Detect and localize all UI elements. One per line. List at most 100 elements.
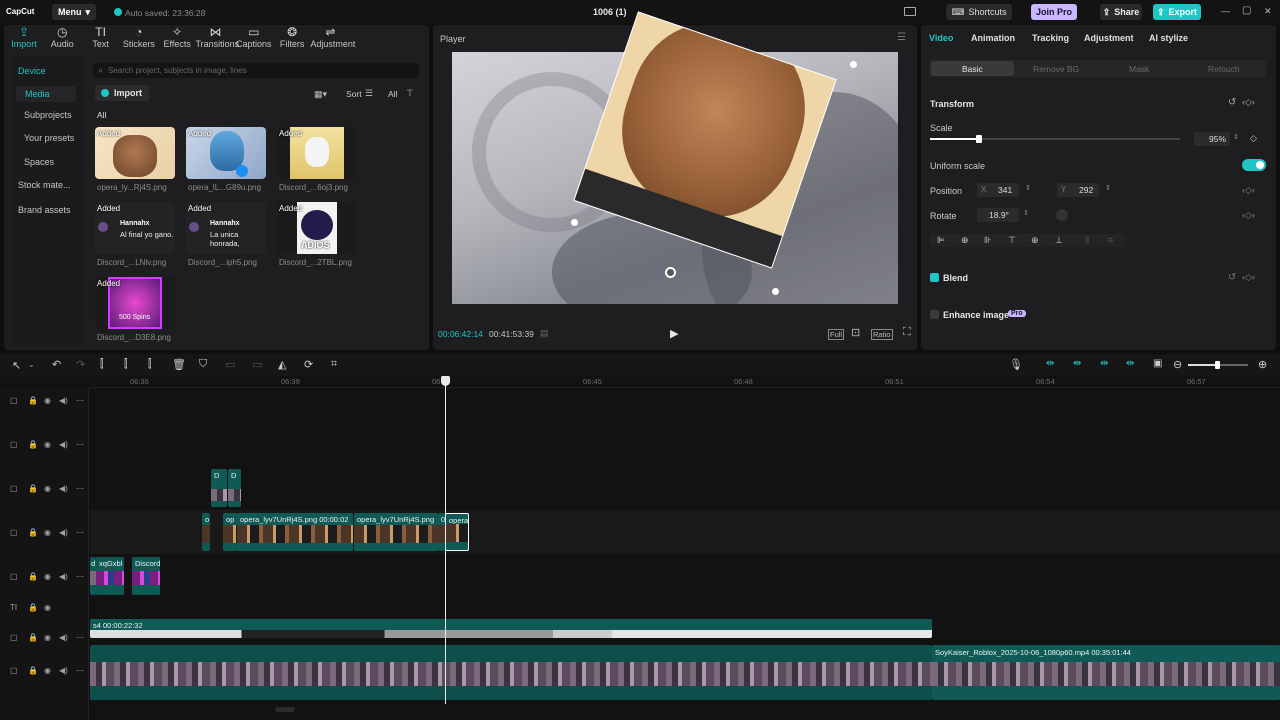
eye-icon[interactable]: ◉ <box>44 440 51 449</box>
blend-checkbox[interactable] <box>930 273 939 282</box>
search-input[interactable]: ⌕ Search project, subjects in image, lin… <box>93 63 419 78</box>
media-item[interactable]: Hannahx La unica honrada, Added <box>186 202 266 254</box>
zoom-in-icon[interactable]: ⊕ <box>1258 358 1267 371</box>
keyframe-icon[interactable]: ◇ <box>1250 133 1257 144</box>
more-icon[interactable]: ⋯ <box>76 633 84 642</box>
import-button[interactable]: Import <box>95 85 149 101</box>
position-x-input[interactable]: X 341 <box>977 183 1019 197</box>
resize-handle[interactable] <box>850 61 857 68</box>
scale-slider[interactable] <box>930 138 1180 140</box>
subtab-remove-bg[interactable]: Remove BG <box>1033 64 1079 74</box>
media-item[interactable]: Added <box>186 127 266 179</box>
tab-adjustment[interactable]: Adjustment <box>1084 33 1134 43</box>
join-pro-button[interactable]: Join Pro <box>1031 4 1077 20</box>
toolbar-filters-button[interactable]: ❂ Filters <box>272 26 312 52</box>
align-center-h-icon[interactable]: ⊕ <box>961 235 969 246</box>
timeline-clip[interactable]: xqGxbl <box>96 557 124 595</box>
layout-icon[interactable] <box>904 7 916 16</box>
toolbar-stickers-button[interactable]: ◔ Stickers <box>119 26 159 52</box>
align-center-v-icon[interactable]: ⊕ <box>1031 235 1039 246</box>
timeline-clip[interactable]: D <box>228 469 241 507</box>
resize-handle[interactable] <box>772 288 779 295</box>
track-toggle-icon[interactable]: ▢ <box>10 666 18 675</box>
tab-ai-stylize[interactable]: AI stylize <box>1149 33 1188 43</box>
timeline-clip[interactable]: o <box>202 513 210 551</box>
ratio-button[interactable]: Ratio <box>871 329 893 340</box>
keyframe-nav-icon[interactable]: ‹◇› <box>1242 97 1255 108</box>
audio-icon[interactable]: ◀) <box>59 633 68 642</box>
sidebar-item-stock-mate[interactable]: Stock mate... <box>16 177 76 193</box>
media-item[interactable]: 500 Spins Added <box>95 277 175 329</box>
crop-icon[interactable]: ⌗ <box>331 358 337 371</box>
toolbar-effects-button[interactable]: ✧ Effects <box>157 26 197 52</box>
track-toggle-icon[interactable]: ▢ <box>10 440 18 449</box>
timeline-clip[interactable]: SoyKaiser_Roblox_2025-10-06_1080p60.mp4 … <box>932 645 1280 700</box>
sidebar-item-subprojects[interactable]: Subprojects <box>16 107 76 123</box>
tab-tracking[interactable]: Tracking <box>1032 33 1069 43</box>
track-toggle-icon[interactable]: ▢ <box>10 572 18 581</box>
eye-icon[interactable]: ◉ <box>44 484 51 493</box>
eye-icon[interactable]: ◉ <box>44 528 51 537</box>
playhead-handle[interactable] <box>441 376 450 386</box>
subtab-basic[interactable]: Basic <box>962 64 983 74</box>
more-icon[interactable]: ⋯ <box>76 572 84 581</box>
mirror-icon[interactable]: ◭ <box>278 358 286 371</box>
toolbar-audio-button[interactable]: ◷ Audio <box>42 26 82 52</box>
rotate-dial[interactable] <box>1056 209 1068 221</box>
tab-animation[interactable]: Animation <box>971 33 1015 43</box>
view-grid-icon[interactable]: ▦▾ <box>314 89 327 100</box>
keyframe-nav-icon[interactable]: ‹◇› <box>1242 210 1255 221</box>
more-icon[interactable]: ⋯ <box>76 528 84 537</box>
maximize-icon[interactable]: ▢ <box>1242 5 1251 16</box>
track-toggle-icon[interactable]: ▢ <box>10 528 18 537</box>
close-icon[interactable]: ✕ <box>1264 6 1272 17</box>
align-top-icon[interactable]: ⊤ <box>1008 235 1016 246</box>
toolbar-transitions-button[interactable]: ⋈ Transitions <box>196 26 240 52</box>
split-right-icon[interactable]: ⫿ <box>148 358 152 371</box>
magnet-icon[interactable]: ⇹ <box>1046 358 1054 369</box>
audio-icon[interactable]: ◀) <box>59 484 68 493</box>
timeline-clip[interactable] <box>90 645 932 700</box>
sidebar-item-your-presets[interactable]: Your presets <box>16 130 76 146</box>
share-button[interactable]: ⇪ Share <box>1100 4 1142 20</box>
align-bottom-icon[interactable]: ⊥ <box>1055 235 1063 246</box>
lock-icon[interactable]: 🔒 <box>28 528 38 537</box>
media-item[interactable]: ADIOS Added <box>277 202 357 254</box>
audio-icon[interactable]: ◀) <box>59 528 68 537</box>
toolbar-text-button[interactable]: TI Text <box>81 26 121 52</box>
text-track-icon[interactable]: TI <box>10 603 17 612</box>
sidebar-item-spaces[interactable]: Spaces <box>16 154 76 170</box>
undo-icon[interactable]: ↶ <box>52 358 61 371</box>
lock-icon[interactable]: 🔒 <box>28 396 38 405</box>
lock-icon[interactable]: 🔒 <box>28 572 38 581</box>
cursor-select-icon[interactable]: ↖ <box>12 359 21 372</box>
media-item[interactable]: Added <box>277 127 357 179</box>
eye-icon[interactable]: ◉ <box>44 603 51 612</box>
split-icon[interactable]: ⫿ <box>100 358 104 371</box>
subtab-mask[interactable]: Mask <box>1129 64 1149 74</box>
stepper-icon[interactable]: ⇕ <box>1023 209 1029 217</box>
uniform-scale-toggle[interactable] <box>1242 159 1266 171</box>
stepper-icon[interactable]: ⇕ <box>1233 133 1239 141</box>
eye-icon[interactable]: ◉ <box>44 396 51 405</box>
scale-slider-thumb[interactable] <box>976 135 982 143</box>
sidebar-item-device[interactable]: Device <box>16 63 76 79</box>
minimize-icon[interactable]: — <box>1221 6 1230 16</box>
align-right-icon[interactable]: ⊪ <box>984 235 992 246</box>
playhead[interactable] <box>445 376 446 704</box>
caption-icon[interactable]: ▣ <box>1153 358 1162 369</box>
eye-icon[interactable]: ◉ <box>44 666 51 675</box>
keyframe-nav-icon[interactable]: ‹◇› <box>1242 272 1255 283</box>
timeline-scrollbar[interactable] <box>275 707 295 712</box>
snap-icon[interactable]: ⇹ <box>1126 358 1134 369</box>
timeline-clip[interactable]: D <box>211 469 227 507</box>
lock-icon[interactable]: 🔒 <box>28 666 38 675</box>
stepper-icon[interactable]: ⇕ <box>1025 184 1031 192</box>
timeline-clip[interactable]: 0 <box>438 513 445 551</box>
eye-icon[interactable]: ◉ <box>44 572 51 581</box>
track-toggle-icon[interactable]: ▢ <box>10 396 18 405</box>
toolbar-captions-button[interactable]: ▭ Captions <box>234 26 274 52</box>
scale-input[interactable]: 95% <box>1194 132 1230 146</box>
lock-icon[interactable]: 🔒 <box>28 603 38 612</box>
keyframe-nav-icon[interactable]: ‹◇› <box>1242 185 1255 196</box>
